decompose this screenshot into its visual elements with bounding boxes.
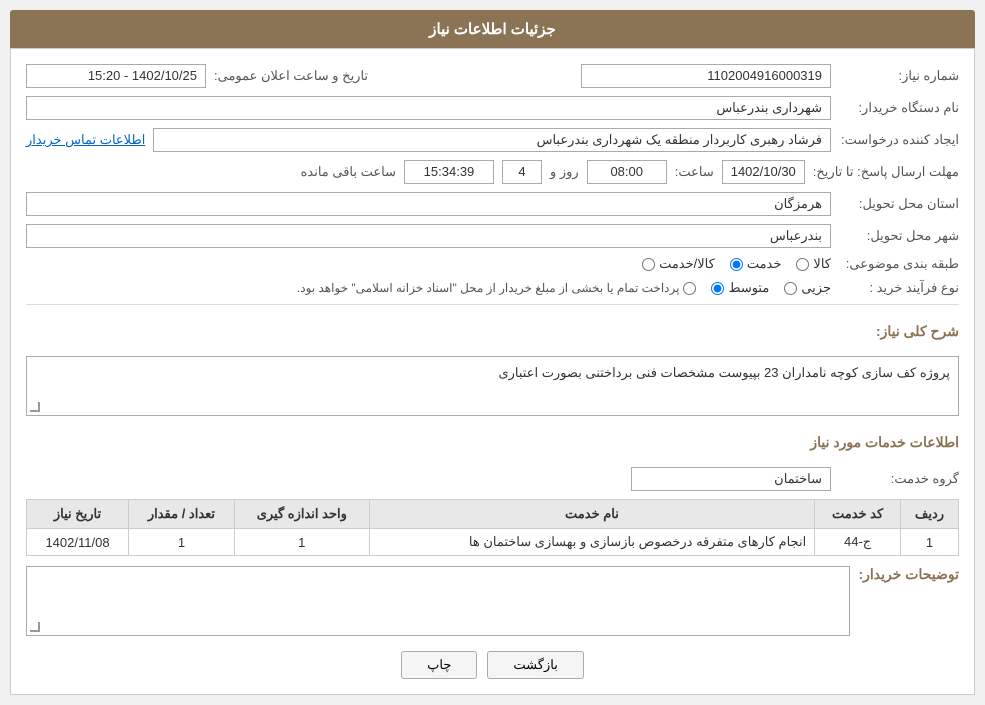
deadline-label: مهلت ارسال پاسخ: تا تاریخ: xyxy=(813,164,959,180)
purchase-type-note: پرداخت تمام یا بخشی از مبلغ خریدار از مح… xyxy=(297,281,697,295)
need-number-value: 1102004916000319 xyxy=(581,64,831,88)
services-table: ردیف کد خدمت نام خدمت واحد اندازه گیری ت… xyxy=(26,499,959,556)
col-service-code: کد خدمت xyxy=(815,500,901,529)
city-row: شهر محل تحویل: بندرعباس xyxy=(26,224,959,248)
category-radio-group: کالا/خدمت خدمت کالا xyxy=(642,256,831,272)
contact-link[interactable]: اطلاعات تماس خریدار xyxy=(26,132,145,148)
purchase-type-motaset[interactable]: متوسط xyxy=(711,280,769,296)
cell-service-code: ج-44 xyxy=(815,529,901,556)
purchase-type-radio-group: پرداخت تمام یا بخشی از مبلغ خریدار از مح… xyxy=(297,280,831,296)
table-header-row: ردیف کد خدمت نام خدمت واحد اندازه گیری ت… xyxy=(27,500,959,529)
back-button[interactable]: بازگشت xyxy=(487,651,583,679)
deadline-date: 1402/10/30 xyxy=(722,160,805,184)
creator-row: ایجاد کننده درخواست: فرشاد رهبری کاربردا… xyxy=(26,128,959,152)
deadline-row: مهلت ارسال پاسخ: تا تاریخ: 1402/10/30 سا… xyxy=(26,160,959,184)
creator-label: ایجاد کننده درخواست: xyxy=(839,132,959,148)
city-label: شهر محل تحویل: xyxy=(839,228,959,244)
buyer-notes-label: توضیحات خریدار: xyxy=(858,566,959,583)
need-number-label: شماره نیاز: xyxy=(839,68,959,84)
province-label: استان محل تحویل: xyxy=(839,196,959,212)
province-value: هرمزگان xyxy=(26,192,831,216)
service-group-row: گروه خدمت: ساختمان xyxy=(26,467,959,491)
purchase-type-jozi[interactable]: جزیی xyxy=(784,280,831,296)
col-unit: واحد اندازه گیری xyxy=(234,500,369,529)
description-row: شرح کلی نیاز: xyxy=(26,313,959,348)
deadline-remaining: 15:34:39 xyxy=(404,160,494,184)
col-row-num: ردیف xyxy=(900,500,958,529)
buyer-org-row: نام دستگاه خریدار: شهرداری بندرعباس xyxy=(26,96,959,120)
page-title: جزئیات اطلاعات نیاز xyxy=(429,21,556,38)
button-row: بازگشت چاپ xyxy=(26,651,959,679)
purchase-type-row: نوع فرآیند خرید : پرداخت تمام یا بخشی از… xyxy=(26,280,959,296)
province-row: استان محل تحویل: هرمزگان xyxy=(26,192,959,216)
print-button[interactable]: چاپ xyxy=(401,651,477,679)
city-value: بندرعباس xyxy=(26,224,831,248)
buyer-notes-box xyxy=(26,566,850,636)
description-box: پروژه کف سازی کوچه نامداران 23 بپیوست مش… xyxy=(26,356,959,416)
cell-unit: 1 xyxy=(234,529,369,556)
col-service-name: نام خدمت xyxy=(369,500,815,529)
buyer-org-value: شهرداری بندرعباس xyxy=(26,96,831,120)
services-title: اطلاعات خدمات مورد نیاز xyxy=(810,434,959,451)
deadline-days: 4 xyxy=(502,160,542,184)
col-date: تاریخ نیاز xyxy=(27,500,129,529)
cell-quantity: 1 xyxy=(129,529,235,556)
description-text: پروژه کف سازی کوچه نامداران 23 بپیوست مش… xyxy=(498,365,950,380)
category-khedmat[interactable]: خدمت xyxy=(730,256,782,272)
description-content-row: پروژه کف سازی کوچه نامداران 23 بپیوست مش… xyxy=(26,356,959,416)
cell-date: 1402/11/08 xyxy=(27,529,129,556)
category-kala[interactable]: کالا xyxy=(796,256,831,272)
buyer-org-label: نام دستگاه خریدار: xyxy=(839,100,959,116)
description-title: شرح کلی نیاز: xyxy=(876,323,959,340)
service-group-value: ساختمان xyxy=(631,467,831,491)
category-kala-khedmat[interactable]: کالا/خدمت xyxy=(642,256,715,272)
deadline-time-label: ساعت: xyxy=(675,164,714,180)
page-header: جزئیات اطلاعات نیاز xyxy=(10,10,975,48)
purchase-type-label: نوع فرآیند خرید : xyxy=(839,280,959,296)
deadline-days-label: روز و xyxy=(550,164,579,180)
deadline-remaining-label: ساعت باقی مانده xyxy=(301,164,396,180)
cell-row-num: 1 xyxy=(900,529,958,556)
announce-datetime-label: تاریخ و ساعت اعلان عمومی: xyxy=(214,68,368,84)
table-row: 1 ج-44 انجام کارهای متفرقه درخصوص بازساز… xyxy=(27,529,959,556)
cell-service-name: انجام کارهای متفرقه درخصوص بازسازی و بهس… xyxy=(369,529,815,556)
service-group-label: گروه خدمت: xyxy=(839,471,959,487)
deadline-time: 08:00 xyxy=(587,160,667,184)
buyer-notes-row: توضیحات خریدار: xyxy=(26,566,959,636)
main-card: شماره نیاز: 1102004916000319 تاریخ و ساع… xyxy=(10,48,975,695)
need-number-row: شماره نیاز: 1102004916000319 تاریخ و ساع… xyxy=(26,64,959,88)
col-quantity: تعداد / مقدار xyxy=(129,500,235,529)
page-container: جزئیات اطلاعات نیاز شماره نیاز: 11020049… xyxy=(0,0,985,705)
announce-datetime-value: 1402/10/25 - 15:20 xyxy=(26,64,206,88)
services-title-row: اطلاعات خدمات مورد نیاز xyxy=(26,424,959,459)
category-label: طبقه بندی موضوعی: xyxy=(839,256,959,272)
category-row: طبقه بندی موضوعی: کالا/خدمت خدمت کالا xyxy=(26,256,959,272)
creator-value: فرشاد رهبری کاربردار منطقه یک شهرداری بن… xyxy=(153,128,831,152)
